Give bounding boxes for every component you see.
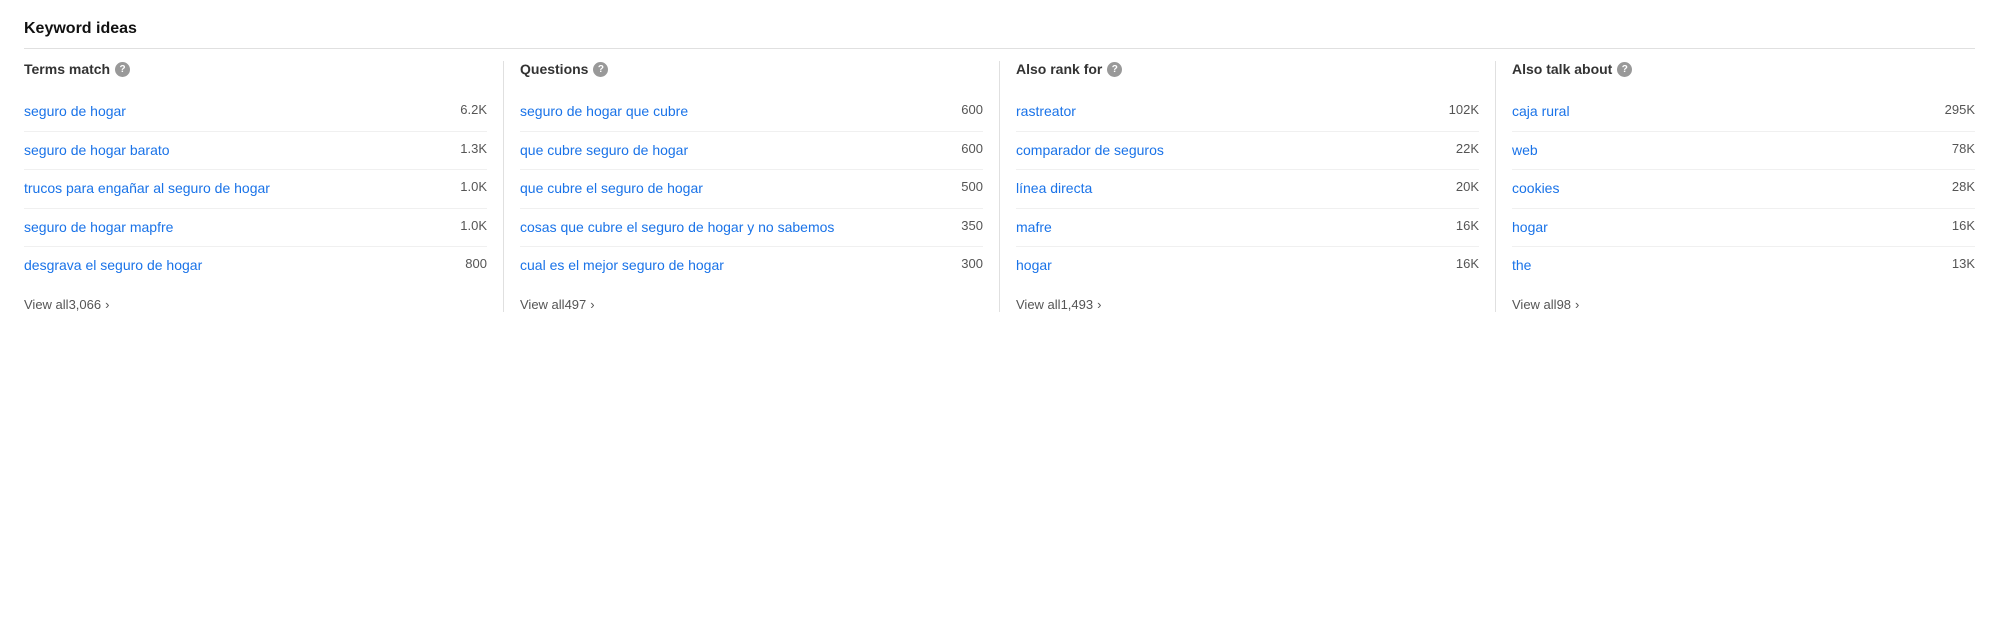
keyword-count-also-rank-for-2: 20K	[1456, 179, 1479, 194]
column-terms-match: Terms match?seguro de hogar6.2Kseguro de…	[24, 61, 504, 312]
keyword-link-terms-match-2[interactable]: trucos para engañar al seguro de hogar	[24, 179, 460, 199]
keyword-row-also-talk-about-3: hogar16K	[1512, 209, 1975, 248]
view-all-arrow-also-talk-about: ›	[1575, 297, 1579, 312]
view-all-arrow-also-rank-for: ›	[1097, 297, 1101, 312]
keyword-row-also-rank-for-4: hogar16K	[1016, 247, 1479, 285]
keyword-link-also-talk-about-2[interactable]: cookies	[1512, 179, 1952, 199]
help-icon-also-talk-about[interactable]: ?	[1617, 62, 1632, 77]
keyword-row-terms-match-1: seguro de hogar barato1.3K	[24, 132, 487, 171]
keyword-link-also-rank-for-0[interactable]: rastreator	[1016, 102, 1449, 122]
keyword-row-also-talk-about-1: web78K	[1512, 132, 1975, 171]
view-all-text-terms-match: View all	[24, 297, 69, 312]
column-header-label-terms-match: Terms match	[24, 61, 110, 77]
keyword-link-also-rank-for-1[interactable]: comparador de seguros	[1016, 141, 1456, 161]
keyword-link-questions-1[interactable]: que cubre seguro de hogar	[520, 141, 961, 161]
keyword-count-also-rank-for-4: 16K	[1456, 256, 1479, 271]
keyword-count-terms-match-3: 1.0K	[460, 218, 487, 233]
keyword-link-questions-3[interactable]: cosas que cubre el seguro de hogar y no …	[520, 218, 961, 238]
keyword-row-questions-0: seguro de hogar que cubre600	[520, 93, 983, 132]
keyword-count-terms-match-2: 1.0K	[460, 179, 487, 194]
columns-wrapper: Terms match?seguro de hogar6.2Kseguro de…	[24, 61, 1975, 312]
keyword-row-also-talk-about-0: caja rural295K	[1512, 93, 1975, 132]
keyword-row-also-talk-about-2: cookies28K	[1512, 170, 1975, 209]
column-header-questions: Questions?	[520, 61, 983, 83]
keyword-count-terms-match-0: 6.2K	[460, 102, 487, 117]
keyword-count-also-rank-for-1: 22K	[1456, 141, 1479, 156]
keyword-count-questions-2: 500	[961, 179, 983, 194]
keyword-link-terms-match-1[interactable]: seguro de hogar barato	[24, 141, 460, 161]
column-also-talk-about: Also talk about?caja rural295Kweb78Kcook…	[1512, 61, 1975, 312]
column-header-also-rank-for: Also rank for?	[1016, 61, 1479, 83]
keyword-count-terms-match-4: 800	[465, 256, 487, 271]
view-all-text-also-talk-about: View all	[1512, 297, 1557, 312]
keyword-row-also-rank-for-2: línea directa20K	[1016, 170, 1479, 209]
column-header-label-questions: Questions	[520, 61, 588, 77]
keyword-link-terms-match-0[interactable]: seguro de hogar	[24, 102, 460, 122]
keyword-row-questions-3: cosas que cubre el seguro de hogar y no …	[520, 209, 983, 248]
keyword-link-questions-0[interactable]: seguro de hogar que cubre	[520, 102, 961, 122]
view-all-link-questions[interactable]: View all 497›	[520, 297, 983, 312]
keyword-row-also-rank-for-1: comparador de seguros22K	[1016, 132, 1479, 171]
keyword-count-also-talk-about-0: 295K	[1945, 102, 1975, 117]
keyword-count-also-talk-about-4: 13K	[1952, 256, 1975, 271]
view-all-count-questions: 497	[565, 297, 587, 312]
keyword-link-questions-4[interactable]: cual es el mejor seguro de hogar	[520, 256, 961, 276]
keyword-link-also-rank-for-4[interactable]: hogar	[1016, 256, 1456, 276]
keyword-row-also-rank-for-0: rastreator102K	[1016, 93, 1479, 132]
view-all-count-also-rank-for: 1,493	[1061, 297, 1094, 312]
keyword-link-terms-match-4[interactable]: desgrava el seguro de hogar	[24, 256, 465, 276]
keyword-link-also-talk-about-4[interactable]: the	[1512, 256, 1952, 276]
keyword-count-also-talk-about-2: 28K	[1952, 179, 1975, 194]
view-all-text-questions: View all	[520, 297, 565, 312]
keyword-link-also-talk-about-1[interactable]: web	[1512, 141, 1952, 161]
column-also-rank-for: Also rank for?rastreator102Kcomparador d…	[1016, 61, 1496, 312]
keyword-count-also-talk-about-3: 16K	[1952, 218, 1975, 233]
keyword-count-questions-3: 350	[961, 218, 983, 233]
keyword-count-also-rank-for-3: 16K	[1456, 218, 1479, 233]
view-all-arrow-terms-match: ›	[105, 297, 109, 312]
keyword-row-questions-1: que cubre seguro de hogar600	[520, 132, 983, 171]
keyword-count-questions-4: 300	[961, 256, 983, 271]
column-header-label-also-rank-for: Also rank for	[1016, 61, 1102, 77]
keyword-row-terms-match-2: trucos para engañar al seguro de hogar1.…	[24, 170, 487, 209]
view-all-arrow-questions: ›	[590, 297, 594, 312]
keyword-link-also-rank-for-3[interactable]: mafre	[1016, 218, 1456, 238]
keyword-row-terms-match-3: seguro de hogar mapfre1.0K	[24, 209, 487, 248]
help-icon-questions[interactable]: ?	[593, 62, 608, 77]
page-title: Keyword ideas	[24, 20, 1975, 49]
keyword-count-questions-1: 600	[961, 141, 983, 156]
view-all-link-also-rank-for[interactable]: View all 1,493›	[1016, 297, 1479, 312]
keyword-row-questions-4: cual es el mejor seguro de hogar300	[520, 247, 983, 285]
keyword-link-questions-2[interactable]: que cubre el seguro de hogar	[520, 179, 961, 199]
keyword-count-also-rank-for-0: 102K	[1449, 102, 1479, 117]
keyword-link-also-rank-for-2[interactable]: línea directa	[1016, 179, 1456, 199]
keyword-row-terms-match-4: desgrava el seguro de hogar800	[24, 247, 487, 285]
keyword-link-also-talk-about-3[interactable]: hogar	[1512, 218, 1952, 238]
help-icon-also-rank-for[interactable]: ?	[1107, 62, 1122, 77]
keyword-row-questions-2: que cubre el seguro de hogar500	[520, 170, 983, 209]
keyword-link-also-talk-about-0[interactable]: caja rural	[1512, 102, 1945, 122]
column-header-also-talk-about: Also talk about?	[1512, 61, 1975, 83]
view-all-count-also-talk-about: 98	[1557, 297, 1571, 312]
keyword-row-terms-match-0: seguro de hogar6.2K	[24, 93, 487, 132]
column-questions: Questions?seguro de hogar que cubre600qu…	[520, 61, 1000, 312]
column-header-terms-match: Terms match?	[24, 61, 487, 83]
view-all-count-terms-match: 3,066	[69, 297, 102, 312]
view-all-text-also-rank-for: View all	[1016, 297, 1061, 312]
keyword-count-terms-match-1: 1.3K	[460, 141, 487, 156]
view-all-link-terms-match[interactable]: View all 3,066›	[24, 297, 487, 312]
keyword-count-questions-0: 600	[961, 102, 983, 117]
column-header-label-also-talk-about: Also talk about	[1512, 61, 1612, 77]
help-icon-terms-match[interactable]: ?	[115, 62, 130, 77]
keyword-row-also-talk-about-4: the13K	[1512, 247, 1975, 285]
keyword-count-also-talk-about-1: 78K	[1952, 141, 1975, 156]
view-all-link-also-talk-about[interactable]: View all 98 ›	[1512, 297, 1975, 312]
keyword-link-terms-match-3[interactable]: seguro de hogar mapfre	[24, 218, 460, 238]
keyword-row-also-rank-for-3: mafre16K	[1016, 209, 1479, 248]
